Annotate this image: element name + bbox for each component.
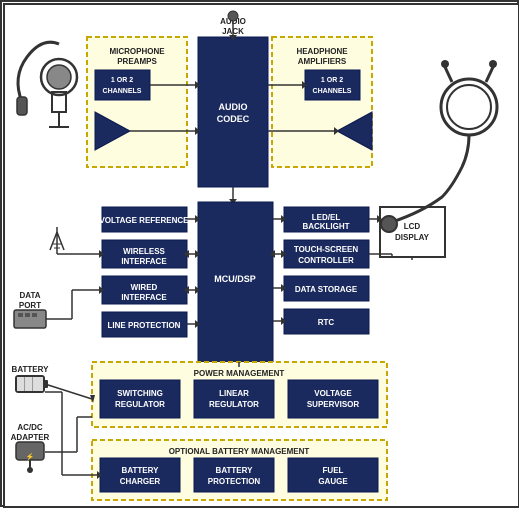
- svg-text:DATA: DATA: [19, 291, 40, 300]
- svg-text:PORT: PORT: [19, 301, 41, 310]
- svg-text:REGULATOR: REGULATOR: [115, 400, 165, 409]
- svg-text:1 OR 2: 1 OR 2: [111, 77, 133, 84]
- diagram-container: MICROPHONE PREAMPS 1 OR 2 CHANNELS AUDIO…: [0, 0, 519, 507]
- svg-text:SWITCHING: SWITCHING: [117, 389, 163, 398]
- svg-text:MICROPHONE: MICROPHONE: [109, 47, 165, 56]
- svg-text:LCD: LCD: [404, 222, 421, 231]
- svg-text:MCU/DSP: MCU/DSP: [214, 274, 256, 284]
- svg-text:⚡: ⚡: [26, 452, 35, 461]
- svg-text:BACKLIGHT: BACKLIGHT: [302, 222, 349, 231]
- svg-text:LINE PROTECTION: LINE PROTECTION: [108, 321, 181, 330]
- svg-text:DATA STORAGE: DATA STORAGE: [295, 285, 358, 294]
- svg-text:CHANNELS: CHANNELS: [313, 88, 352, 95]
- svg-text:FUEL: FUEL: [323, 466, 344, 475]
- svg-text:VOLTAGE REFERENCE: VOLTAGE REFERENCE: [99, 216, 189, 225]
- svg-text:BATTERY: BATTERY: [12, 365, 50, 374]
- svg-text:LINEAR: LINEAR: [219, 389, 249, 398]
- svg-text:TOUCH-SCREEN: TOUCH-SCREEN: [294, 245, 359, 254]
- svg-text:POWER MANAGEMENT: POWER MANAGEMENT: [194, 369, 285, 378]
- svg-text:AMPLIFIERS: AMPLIFIERS: [298, 57, 347, 66]
- svg-text:PROTECTION: PROTECTION: [208, 477, 261, 486]
- svg-text:AUDIO: AUDIO: [220, 17, 246, 26]
- svg-text:ADAPTER: ADAPTER: [11, 433, 50, 442]
- svg-text:AC/DC: AC/DC: [17, 423, 43, 432]
- svg-text:REGULATOR: REGULATOR: [209, 400, 259, 409]
- svg-text:AUDIO: AUDIO: [219, 102, 248, 112]
- svg-text:CHARGER: CHARGER: [120, 477, 161, 486]
- svg-text:1 OR 2: 1 OR 2: [321, 77, 343, 84]
- svg-text:BATTERY: BATTERY: [122, 466, 160, 475]
- svg-text:GAUGE: GAUGE: [318, 477, 348, 486]
- svg-text:PREAMPS: PREAMPS: [117, 57, 157, 66]
- svg-text:BATTERY: BATTERY: [216, 466, 254, 475]
- svg-text:CODEC: CODEC: [217, 114, 250, 124]
- svg-text:SUPERVISOR: SUPERVISOR: [307, 400, 360, 409]
- svg-text:CONTROLLER: CONTROLLER: [298, 256, 354, 265]
- svg-text:JACK: JACK: [222, 27, 244, 36]
- svg-text:WIRED: WIRED: [131, 283, 158, 292]
- svg-text:CHANNELS: CHANNELS: [103, 88, 142, 95]
- svg-text:INTERFACE: INTERFACE: [121, 257, 167, 266]
- svg-text:VOLTAGE: VOLTAGE: [314, 389, 352, 398]
- svg-text:DISPLAY: DISPLAY: [395, 233, 430, 242]
- svg-text:RTC: RTC: [318, 318, 335, 327]
- svg-text:OPTIONAL BATTERY MANAGEMENT: OPTIONAL BATTERY MANAGEMENT: [169, 447, 310, 456]
- svg-text:LED/EL: LED/EL: [312, 213, 341, 222]
- svg-text:HEADPHONE: HEADPHONE: [296, 47, 348, 56]
- svg-text:WIRELESS: WIRELESS: [123, 247, 165, 256]
- svg-text:INTERFACE: INTERFACE: [121, 293, 167, 302]
